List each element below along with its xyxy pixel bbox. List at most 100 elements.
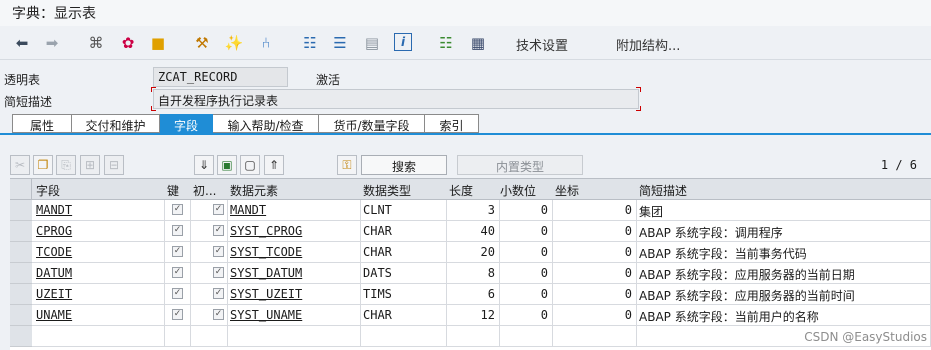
key-search-icon[interactable]: ⚿ xyxy=(337,155,357,175)
col-header-decimals[interactable]: 小数位 xyxy=(500,179,553,200)
tab-currency-quantity[interactable]: 货币/数量字段 xyxy=(319,114,425,133)
cell-short-desc[interactable]: 集团 xyxy=(637,200,931,221)
checkbox[interactable]: ✓ xyxy=(213,309,224,320)
row-selector[interactable] xyxy=(10,200,32,221)
tech-settings-button[interactable]: 技术设置 xyxy=(516,35,568,54)
col-header-coordinate[interactable]: 坐标 xyxy=(553,179,637,200)
cell-field[interactable]: UZEIT xyxy=(32,284,165,305)
cell-key[interactable] xyxy=(165,326,191,347)
insert-row-icon[interactable]: ⊞ xyxy=(80,155,100,175)
cell-initial[interactable]: ✓ xyxy=(191,242,228,263)
col-header-key[interactable]: 键 xyxy=(165,179,191,200)
checkbox[interactable]: ✓ xyxy=(213,204,224,215)
cell-key[interactable]: ✓ xyxy=(165,284,191,305)
col-header-length[interactable]: 长度 xyxy=(447,179,500,200)
deselect-block-icon[interactable]: ▢ xyxy=(240,155,260,175)
tab-delivery-maintenance[interactable]: 交付和维护 xyxy=(72,114,160,133)
cell-decimals[interactable]: 0 xyxy=(500,284,553,305)
tab-attributes[interactable]: 属性 xyxy=(12,114,72,133)
cell-length[interactable]: 12 xyxy=(447,305,500,326)
builtin-type-button[interactable]: 内置类型 xyxy=(457,155,583,175)
cell-coordinate[interactable]: 0 xyxy=(553,221,637,242)
cell-length[interactable]: 40 xyxy=(447,221,500,242)
table-icon[interactable]: ▦ xyxy=(468,33,488,53)
forward-icon[interactable]: ➡ xyxy=(42,33,62,53)
checkbox[interactable]: ✓ xyxy=(213,288,224,299)
cell-data-element[interactable]: SYST_DATUM xyxy=(228,263,361,284)
cell-data-element[interactable]: SYST_UNAME xyxy=(228,305,361,326)
cell-field[interactable]: UNAME xyxy=(32,305,165,326)
branch-icon[interactable]: ⑃ xyxy=(256,33,276,53)
cut-icon[interactable]: ✂ xyxy=(10,155,30,175)
cell-length[interactable]: 3 xyxy=(447,200,500,221)
cell-decimals[interactable]: 0 xyxy=(500,200,553,221)
magic-wand-icon[interactable]: ✨ xyxy=(224,33,244,53)
grid-icon[interactable]: ☷ xyxy=(436,33,456,53)
colors-icon[interactable]: ✿ xyxy=(118,33,138,53)
col-header-initial[interactable]: 初... xyxy=(191,179,228,200)
cell-initial[interactable]: ✓ xyxy=(191,263,228,284)
cell-initial[interactable] xyxy=(191,326,228,347)
row-selector[interactable] xyxy=(10,221,32,242)
cell-field[interactable] xyxy=(32,326,165,347)
cell-key[interactable]: ✓ xyxy=(165,263,191,284)
checkbox[interactable]: ✓ xyxy=(172,288,183,299)
cell-coordinate[interactable]: 0 xyxy=(553,242,637,263)
col-header-short-desc[interactable]: 简短描述 xyxy=(637,179,931,200)
cell-data-type[interactable]: CHAR xyxy=(361,242,447,263)
cell-decimals[interactable] xyxy=(500,326,553,347)
cell-short-desc[interactable]: ABAP 系统字段：当前用户的名称 xyxy=(637,305,931,326)
cell-decimals[interactable]: 0 xyxy=(500,221,553,242)
cell-data-type[interactable]: CHAR xyxy=(361,305,447,326)
cell-coordinate[interactable] xyxy=(553,326,637,347)
cell-data-type[interactable]: DATS xyxy=(361,263,447,284)
search-button[interactable]: 搜索 xyxy=(361,155,447,175)
row-selector[interactable] xyxy=(10,263,32,284)
table-name-field[interactable]: ZCAT_RECORD xyxy=(153,67,288,87)
expand-down-icon[interactable]: ⇓ xyxy=(194,155,214,175)
cell-data-type[interactable] xyxy=(361,326,447,347)
cell-data-element[interactable]: SYST_TCODE xyxy=(228,242,361,263)
col-header-data-element[interactable]: 数据元素 xyxy=(228,179,361,200)
cell-initial[interactable]: ✓ xyxy=(191,305,228,326)
cell-initial[interactable]: ✓ xyxy=(191,284,228,305)
row-selector[interactable] xyxy=(10,242,32,263)
hierarchy-icon[interactable]: ☷ xyxy=(300,33,320,53)
cell-field[interactable]: CPROG xyxy=(32,221,165,242)
activate-icon[interactable]: ■ xyxy=(148,33,168,53)
frame-icon[interactable]: ▤ xyxy=(362,33,382,53)
cell-coordinate[interactable]: 0 xyxy=(553,305,637,326)
cell-length[interactable]: 6 xyxy=(447,284,500,305)
cell-key[interactable]: ✓ xyxy=(165,200,191,221)
cell-coordinate[interactable]: 0 xyxy=(553,200,637,221)
info-icon[interactable]: i xyxy=(394,33,412,51)
cell-initial[interactable]: ✓ xyxy=(191,221,228,242)
copy-icon[interactable]: ❐ xyxy=(33,155,53,175)
tab-indexes[interactable]: 索引 xyxy=(425,114,479,133)
cell-short-desc[interactable]: ABAP 系统字段：调用程序 xyxy=(637,221,931,242)
cell-length[interactable]: 20 xyxy=(447,242,500,263)
cell-data-type[interactable]: CLNT xyxy=(361,200,447,221)
checkbox[interactable]: ✓ xyxy=(213,246,224,257)
cell-data-element[interactable] xyxy=(228,326,361,347)
glasses-icon[interactable]: ⌘ xyxy=(86,33,106,53)
checkbox[interactable]: ✓ xyxy=(172,267,183,278)
cell-data-type[interactable]: CHAR xyxy=(361,221,447,242)
cell-data-element[interactable]: SYST_UZEIT xyxy=(228,284,361,305)
checkbox[interactable]: ✓ xyxy=(172,204,183,215)
cell-field[interactable]: DATUM xyxy=(32,263,165,284)
cell-short-desc[interactable]: ABAP 系统字段：当前事务代码 xyxy=(637,242,931,263)
cell-key[interactable]: ✓ xyxy=(165,305,191,326)
cell-decimals[interactable]: 0 xyxy=(500,263,553,284)
row-selector[interactable] xyxy=(10,305,32,326)
checkbox[interactable]: ✓ xyxy=(172,309,183,320)
delete-row-icon[interactable]: ⊟ xyxy=(104,155,124,175)
cell-data-type[interactable]: TIMS xyxy=(361,284,447,305)
cell-coordinate[interactable]: 0 xyxy=(553,284,637,305)
checkbox[interactable]: ✓ xyxy=(213,267,224,278)
cell-coordinate[interactable]: 0 xyxy=(553,263,637,284)
cell-key[interactable]: ✓ xyxy=(165,242,191,263)
where-used-icon[interactable]: ⚒ xyxy=(192,33,212,53)
row-selector[interactable] xyxy=(10,284,32,305)
append-structure-button[interactable]: 附加结构... xyxy=(616,35,680,54)
